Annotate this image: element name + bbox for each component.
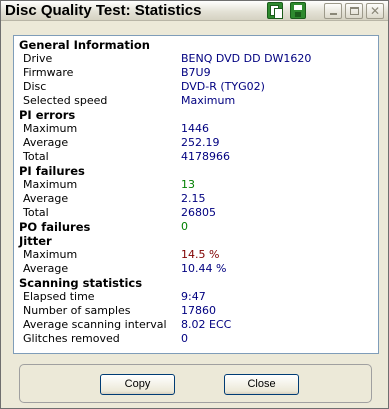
stat-row-disc: Disc DVD-R (TYG02) — [14, 80, 378, 94]
stat-value: 4178966 — [181, 150, 230, 163]
stat-label: Average — [23, 136, 69, 149]
stat-value: 26805 — [181, 206, 216, 219]
stat-value: 13 — [181, 178, 195, 191]
stat-value: 252.19 — [181, 136, 220, 149]
close-icon: ✕ — [369, 4, 381, 18]
copy-button[interactable]: Copy — [100, 374, 175, 395]
section-pi-errors: PI errors — [14, 108, 378, 122]
stat-value: 1446 — [181, 122, 209, 135]
stat-value: 17860 — [181, 304, 216, 317]
section-title: PI errors — [19, 108, 76, 122]
stat-label: Number of samples — [23, 304, 131, 317]
window-title: Disc Quality Test: Statistics — [5, 2, 202, 19]
stat-row-drive: Drive BENQ DVD DD DW1620 — [14, 52, 378, 66]
close-button[interactable]: Close — [224, 374, 299, 395]
stat-label: Maximum — [23, 122, 78, 135]
stat-label: Total — [23, 150, 49, 163]
stat-row-jitter-avg: Average 10.44 % — [14, 262, 378, 276]
stat-row-pif-total: Total 26805 — [14, 206, 378, 220]
stat-value: DVD-R (TYG02) — [181, 80, 265, 93]
stat-label: Drive — [23, 52, 53, 65]
stat-row-glitches: Glitches removed 0 — [14, 332, 378, 346]
save-icon[interactable] — [290, 2, 306, 19]
section-scanning: Scanning statistics — [14, 276, 378, 290]
stat-value: 14.5 % — [181, 248, 220, 261]
button-group: Copy Close — [19, 364, 372, 403]
stat-label: Average — [23, 262, 69, 275]
stat-value: Maximum — [181, 94, 236, 107]
stat-value: BENQ DVD DD DW1620 — [181, 52, 312, 65]
stat-label: Maximum — [23, 178, 78, 191]
stat-row-samples: Number of samples 17860 — [14, 304, 378, 318]
stat-value: 0 — [181, 332, 188, 345]
stat-value: 8.02 ECC — [181, 318, 232, 331]
section-title: General Information — [19, 38, 150, 52]
stat-row-pie-avg: Average 252.19 — [14, 136, 378, 150]
maximize-button[interactable] — [345, 3, 363, 19]
stat-label: Maximum — [23, 248, 78, 261]
section-pi-failures: PI failures — [14, 164, 378, 178]
stat-row-elapsed: Elapsed time 9:47 — [14, 290, 378, 304]
minimize-icon — [329, 13, 337, 15]
stat-label: Total — [23, 206, 49, 219]
section-general: General Information — [14, 38, 378, 52]
stat-row-pie-total: Total 4178966 — [14, 150, 378, 164]
statistics-window: Disc Quality Test: Statistics ✕ General … — [0, 0, 389, 409]
copy-icon[interactable] — [267, 2, 283, 19]
section-title: Jitter — [19, 234, 52, 248]
minimize-button[interactable] — [324, 3, 342, 19]
stat-row-jitter-max: Maximum 14.5 % — [14, 248, 378, 262]
section-title: PI failures — [19, 164, 85, 178]
stat-row-pif-avg: Average 2.15 — [14, 192, 378, 206]
stat-label: Elapsed time — [23, 290, 95, 303]
section-title: Scanning statistics — [19, 276, 143, 290]
stat-value: B7U9 — [181, 66, 211, 79]
section-title: PO failures — [19, 220, 91, 234]
stat-value: 0 — [181, 220, 188, 233]
stat-value: 10.44 % — [181, 262, 227, 275]
stat-label: Firmware — [23, 66, 74, 79]
stat-label: Average scanning interval — [23, 318, 167, 331]
stat-row-pif-max: Maximum 13 — [14, 178, 378, 192]
stat-value: 2.15 — [181, 192, 206, 205]
stat-row-pie-max: Maximum 1446 — [14, 122, 378, 136]
stat-row-interval: Average scanning interval 8.02 ECC — [14, 318, 378, 332]
close-window-button[interactable]: ✕ — [366, 3, 384, 19]
statistics-panel: General Information Drive BENQ DVD DD DW… — [13, 35, 379, 354]
stat-label: Glitches removed — [23, 332, 120, 345]
section-po-failures: PO failures 0 — [14, 220, 378, 234]
stat-row-speed: Selected speed Maximum — [14, 94, 378, 108]
stat-row-firmware: Firmware B7U9 — [14, 66, 378, 80]
stat-label: Disc — [23, 80, 47, 93]
section-jitter: Jitter — [14, 234, 378, 248]
stat-label: Average — [23, 192, 69, 205]
stat-value: 9:47 — [181, 290, 206, 303]
stat-label: Selected speed — [23, 94, 108, 107]
title-bar[interactable]: Disc Quality Test: Statistics ✕ — [1, 1, 388, 21]
maximize-icon — [349, 7, 359, 15]
